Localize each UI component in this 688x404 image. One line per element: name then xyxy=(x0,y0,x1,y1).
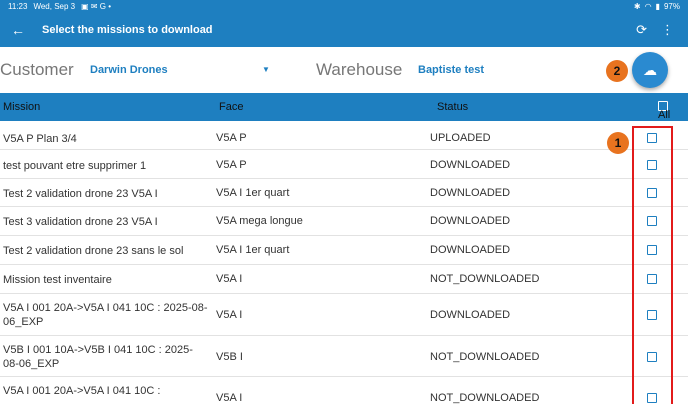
cell-face: V5B I xyxy=(216,351,243,363)
battery-level: 97% xyxy=(663,2,680,11)
download-button[interactable]: ☁ xyxy=(632,52,668,88)
warehouse-value[interactable]: Baptiste test xyxy=(418,64,484,76)
app-bar: ← Select the missions to download ⟳ ⋮ xyxy=(0,13,688,47)
cell-face: V5A mega longue xyxy=(216,215,303,227)
table-row[interactable]: test pouvant etre supprimer 1 V5A P DOWN… xyxy=(0,150,688,179)
more-vert-icon[interactable]: ⋮ xyxy=(661,22,674,38)
cell-status: NOT_DOWNLOADED xyxy=(430,351,540,363)
status-time: 11:23 xyxy=(8,2,28,11)
bluetooth-icon: ✱ xyxy=(633,2,641,11)
cell-status: NOT_DOWNLOADED xyxy=(430,392,540,404)
page-title: Select the missions to download xyxy=(42,24,213,36)
cell-status: DOWNLOADED xyxy=(430,215,511,227)
callout-badge-2: 2 xyxy=(606,60,628,82)
filter-bar: Customer Darwin Drones ▼ Warehouse Bapti… xyxy=(0,47,688,93)
header-face: Face xyxy=(219,101,244,113)
cloud-download-icon: ☁ xyxy=(643,61,657,78)
select-all-checkbox[interactable]: All xyxy=(658,101,670,121)
warehouse-label: Warehouse xyxy=(316,60,403,79)
cell-status: DOWNLOADED xyxy=(430,244,511,256)
cell-mission: V5B I 001 10A->V5B I 041 10C : 2025-08-0… xyxy=(3,344,193,370)
status-date: Wed, Sep 3 xyxy=(33,2,76,11)
cell-mission: Test 3 validation drone 23 V5A I xyxy=(3,216,158,228)
table-row[interactable]: Test 3 validation drone 23 V5A I V5A meg… xyxy=(0,207,688,236)
cell-face: V5A I xyxy=(216,273,243,285)
customer-select[interactable]: Darwin Drones xyxy=(90,64,168,76)
header-status: Status xyxy=(437,101,469,113)
screen: 11:23 Wed, Sep 3 ▣ ✉ G • ✱ ◠ ▮ 97% ← Sel… xyxy=(0,0,688,404)
cell-face: V5A I 1er quart xyxy=(216,187,290,199)
cell-mission: V5A I 001 20A->V5A I 041 10C : xyxy=(3,385,161,397)
cell-mission: Mission test inventaire xyxy=(3,274,112,286)
table-row[interactable]: V5A P Plan 3/4 V5A P UPLOADED xyxy=(0,121,688,150)
checkbox-column-highlight xyxy=(632,126,673,404)
table-row[interactable]: Test 2 validation drone 23 sans le sol V… xyxy=(0,236,688,265)
cell-mission: test pouvant etre supprimer 1 xyxy=(3,160,147,172)
cell-mission: V5A P Plan 3/4 xyxy=(3,133,77,145)
back-arrow-icon[interactable]: ← xyxy=(0,22,36,38)
callout-badge-1: 1 xyxy=(607,132,629,154)
mission-list: V5A P Plan 3/4 V5A P UPLOADED test pouva… xyxy=(0,121,688,404)
cell-face: V5A I 1er quart xyxy=(216,244,290,256)
cell-face: V5A P xyxy=(216,132,247,144)
cell-status: DOWNLOADED xyxy=(430,159,511,171)
cell-face: V5A P xyxy=(216,159,247,171)
table-row[interactable]: Test 2 validation drone 23 V5A I V5A I 1… xyxy=(0,179,688,207)
table-row[interactable]: V5B I 001 10A->V5B I 041 10C : 2025-08-0… xyxy=(0,336,688,377)
chevron-down-icon[interactable]: ▼ xyxy=(262,65,270,74)
refresh-icon[interactable]: ⟳ xyxy=(636,22,647,38)
cell-face: V5A I xyxy=(216,392,243,404)
cell-mission: Test 2 validation drone 23 V5A I xyxy=(3,188,158,200)
cell-status: DOWNLOADED xyxy=(430,187,511,199)
cell-status: NOT_DOWNLOADED xyxy=(430,273,540,285)
table-row[interactable]: V5A I 001 20A->V5A I 041 10C : 2025-08-0… xyxy=(0,294,688,336)
header-all: All xyxy=(658,109,671,121)
battery-icon: ▮ xyxy=(655,2,660,11)
header-mission: Mission xyxy=(3,101,41,113)
cell-face: V5A I xyxy=(216,309,243,321)
table-row[interactable]: Mission test inventaire V5A I NOT_DOWNLO… xyxy=(0,265,688,294)
notification-icons: ▣ ✉ G • xyxy=(81,2,112,11)
status-bar: 11:23 Wed, Sep 3 ▣ ✉ G • ✱ ◠ ▮ 97% xyxy=(0,0,688,13)
cell-status: DOWNLOADED xyxy=(430,309,511,321)
cell-mission: Test 2 validation drone 23 sans le sol xyxy=(3,245,184,257)
table-row[interactable]: V5A I 001 20A->V5A I 041 10C : V5A I NOT… xyxy=(0,377,688,404)
cell-status: UPLOADED xyxy=(430,132,491,144)
table-header: Mission Face Status All xyxy=(0,93,688,121)
wifi-icon: ◠ xyxy=(644,2,652,11)
cell-mission: V5A I 001 20A->V5A I 041 10C : 2025-08-0… xyxy=(3,302,208,328)
customer-label: Customer xyxy=(0,60,74,79)
